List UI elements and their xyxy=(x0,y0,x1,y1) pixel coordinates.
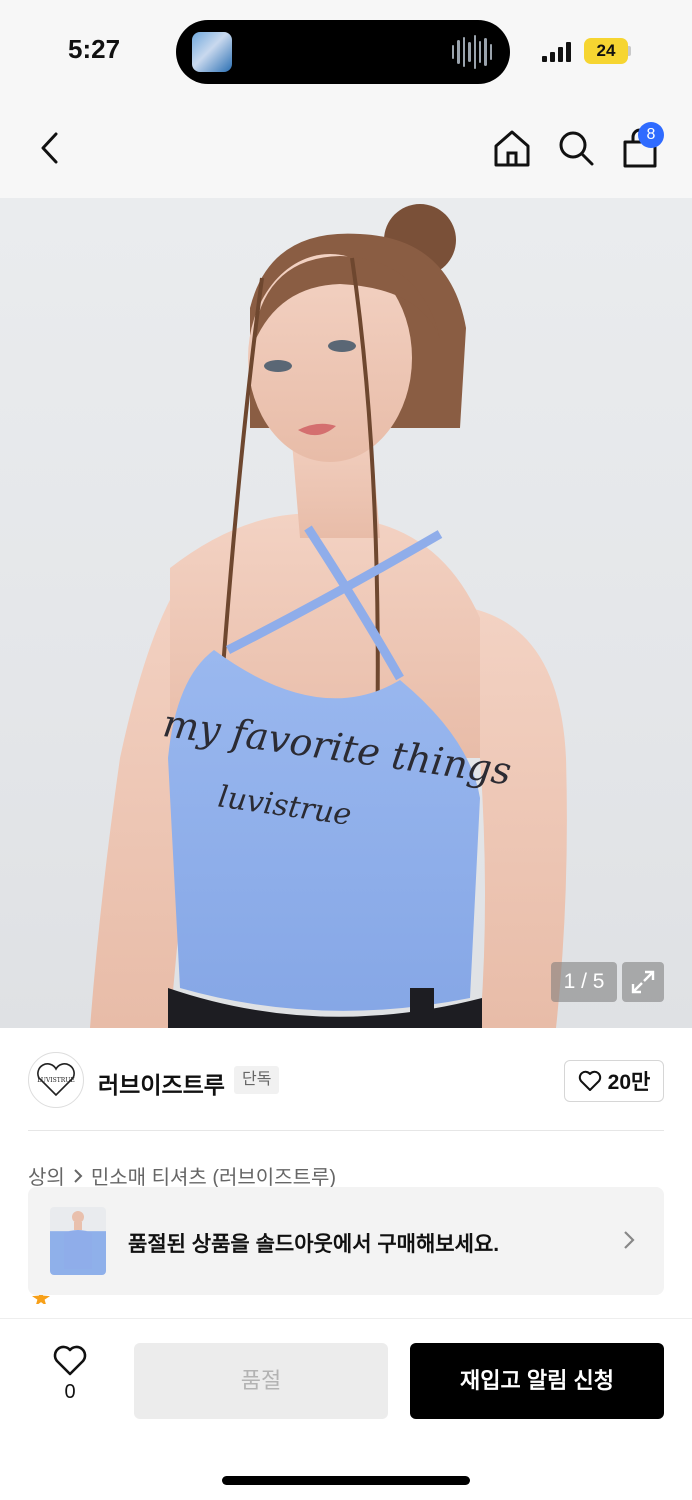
product-image[interactable]: my favorite things luvistrue xyxy=(0,198,692,1028)
brand-logo[interactable]: LUVISTRUE xyxy=(28,1052,84,1108)
wishlist-count: 0 xyxy=(64,1381,76,1403)
status-bar: 5:27 24 xyxy=(0,0,692,100)
brand-name[interactable]: 러브이즈트루 xyxy=(98,1066,225,1100)
wishlist-button[interactable]: 0 xyxy=(40,1345,100,1415)
home-indicator[interactable] xyxy=(222,1476,470,1485)
back-button[interactable] xyxy=(28,126,72,170)
heart-icon xyxy=(53,1345,87,1376)
now-playing-thumbnail xyxy=(192,32,232,72)
brand-like-button[interactable]: 20만 xyxy=(564,1060,664,1102)
banner-product-thumbnail xyxy=(50,1207,106,1275)
signal-icon xyxy=(542,42,576,62)
soldout-button[interactable]: 품절 xyxy=(134,1343,388,1419)
image-page-indicator: 1 / 5 xyxy=(551,962,617,1002)
brand-logo-text: LUVISTRUE xyxy=(37,1077,74,1084)
dynamic-island[interactable] xyxy=(176,20,510,84)
breadcrumb-subcategory[interactable]: 민소매 티셔츠 (러브이즈트루) xyxy=(91,1161,336,1190)
battery-tip xyxy=(628,46,631,56)
home-icon xyxy=(494,130,530,167)
audio-waveform-icon xyxy=(452,34,492,70)
cart-count-badge: 8 xyxy=(638,122,664,148)
bottom-action-bar: 0 품절 재입고 알림 신청 xyxy=(0,1318,692,1500)
banner-thumbnail-figure xyxy=(64,1211,92,1269)
search-icon xyxy=(559,131,594,166)
brand-like-count: 20만 xyxy=(607,1071,651,1094)
restock-alert-button[interactable]: 재입고 알림 신청 xyxy=(410,1343,664,1419)
battery-icon: 24 xyxy=(584,38,628,64)
breadcrumb-category[interactable]: 상의 xyxy=(28,1161,65,1190)
soldout-banner[interactable]: 품절된 상품을 솔드아웃에서 구매해보세요. xyxy=(28,1187,664,1295)
brand-logo-mark: LUVISTRUE xyxy=(37,1063,75,1097)
heart-icon xyxy=(578,1070,601,1091)
search-button[interactable] xyxy=(554,126,598,170)
cart-button[interactable]: 8 xyxy=(618,122,664,170)
product-photo-illustration: my favorite things luvistrue xyxy=(90,204,567,1028)
chevron-right-icon xyxy=(74,1168,83,1183)
back-icon xyxy=(41,132,58,164)
nav-bar: 8 xyxy=(0,100,692,198)
brand-row[interactable]: LUVISTRUE 러브이즈트루 단독 20만 xyxy=(0,1030,692,1130)
divider xyxy=(28,1130,664,1131)
exclusive-badge: 단독 xyxy=(234,1066,280,1094)
soldout-banner-text: 품절된 상품을 솔드아웃에서 구매해보세요. xyxy=(128,1233,500,1256)
expand-icon xyxy=(631,970,655,994)
breadcrumb: 상의 민소매 티셔츠 (러브이즈트루) xyxy=(28,1161,336,1190)
status-time: 5:27 xyxy=(68,34,121,64)
chevron-right-icon xyxy=(624,1231,635,1249)
home-button[interactable] xyxy=(490,126,534,170)
expand-image-button[interactable] xyxy=(622,962,664,1002)
